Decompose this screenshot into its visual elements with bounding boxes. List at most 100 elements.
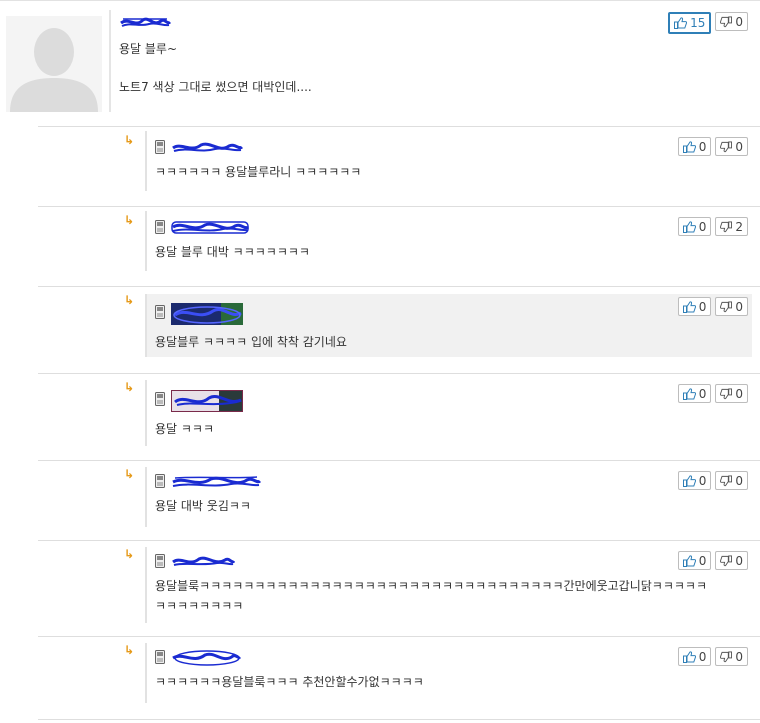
vote-buttons: 15 0 bbox=[668, 12, 748, 34]
upvote-count: 0 bbox=[698, 473, 707, 488]
upvote-button[interactable]: 15 bbox=[668, 12, 712, 34]
reply-2: ↳ 용달 블루 대박 ㅋㅋㅋㅋㅋㅋㅋ 0 2 bbox=[0, 207, 760, 286]
downvote-count: 0 bbox=[735, 386, 743, 401]
reply-arrow-icon: ↳ bbox=[124, 467, 135, 481]
vote-buttons: 0 0 bbox=[677, 471, 748, 490]
reply-text: 용달 ㅋㅋㅋ bbox=[155, 422, 215, 436]
thumbs-down-icon bbox=[720, 140, 733, 152]
mobile-phone-icon bbox=[155, 554, 165, 568]
upvote-count: 0 bbox=[698, 299, 707, 314]
upvote-button[interactable]: 0 bbox=[677, 551, 712, 570]
reply-text: ㅋㅋㅋㅋㅋㅋ 용달블루라니 ㅋㅋㅋㅋㅋㅋ bbox=[155, 165, 362, 179]
reply-text-continued: ㅋㅋㅋㅋㅋㅋㅋㅋ bbox=[155, 599, 244, 613]
reply-6: ↳ 용달블룩ㅋㅋㅋㅋㅋㅋㅋㅋㅋㅋㅋㅋㅋㅋㅋㅋㅋㅋㅋㅋㅋㅋㅋㅋㅋㅋㅋㅋㅋㅋㅋㅋㅋ간… bbox=[0, 541, 760, 636]
reply-bar bbox=[145, 211, 147, 271]
reply-nickname[interactable] bbox=[171, 473, 261, 491]
mobile-phone-icon bbox=[155, 305, 165, 319]
reply-text: 용달 대박 웃김ㅋㅋ bbox=[155, 499, 251, 513]
vote-buttons: 0 0 bbox=[677, 384, 748, 403]
upvote-button[interactable]: 0 bbox=[677, 384, 712, 403]
downvote-count: 0 bbox=[735, 473, 743, 488]
reply-3: ↳ 용달블루 ㅋㅋㅋㅋ 입에 착착 감기네요 0 0 bbox=[0, 287, 760, 373]
reply-nickname[interactable] bbox=[171, 139, 243, 155]
reply-7: ↳ ㅋㅋㅋㅋㅋㅋ용달블룩ㅋㅋㅋ 추천안할수가없ㅋㅋㅋㅋ 0 0 bbox=[0, 637, 760, 719]
reply-nickname[interactable] bbox=[171, 649, 241, 667]
upvote-count: 0 bbox=[698, 386, 707, 401]
downvote-count: 0 bbox=[735, 649, 743, 664]
downvote-button[interactable]: 0 bbox=[715, 137, 748, 156]
main-nickname[interactable] bbox=[119, 14, 171, 30]
reply-text: ㅋㅋㅋㅋㅋㅋ용달블룩ㅋㅋㅋ 추천안할수가없ㅋㅋㅋㅋ bbox=[155, 675, 424, 689]
redacted-nickname-scribble bbox=[172, 650, 241, 666]
thumbs-up-icon bbox=[682, 140, 696, 153]
thumbs-up-icon bbox=[682, 554, 696, 567]
comment-text-line1: 용달 블루~ bbox=[119, 42, 178, 56]
redacted-nickname-image bbox=[171, 303, 243, 325]
downvote-button[interactable]: 0 bbox=[715, 551, 748, 570]
reply-bar bbox=[145, 131, 147, 191]
upvote-button[interactable]: 0 bbox=[677, 217, 712, 236]
reply-arrow-icon: ↳ bbox=[124, 293, 135, 307]
reply-nickname[interactable] bbox=[171, 219, 249, 235]
thumbs-up-icon bbox=[682, 650, 696, 663]
upvote-button[interactable]: 0 bbox=[677, 297, 712, 316]
thumbs-down-icon bbox=[720, 650, 733, 662]
reply-5: ↳ 용달 대박 웃김ㅋㅋ 0 0 bbox=[0, 461, 760, 540]
reply-bar bbox=[145, 547, 147, 623]
redacted-nickname-scribble bbox=[171, 221, 249, 234]
reply-arrow-icon: ↳ bbox=[124, 643, 135, 657]
reply-arrow-icon: ↳ bbox=[124, 380, 135, 394]
upvote-count: 0 bbox=[698, 219, 707, 234]
reply-bar bbox=[145, 643, 147, 703]
redacted-nickname-image bbox=[171, 390, 243, 412]
redacted-nickname-scribble bbox=[172, 556, 235, 566]
downvote-count: 0 bbox=[735, 139, 743, 154]
downvote-button[interactable]: 0 bbox=[715, 384, 748, 403]
reply-nickname-image[interactable] bbox=[171, 390, 243, 415]
reply-arrow-icon: ↳ bbox=[124, 213, 135, 227]
downvote-count: 0 bbox=[735, 299, 743, 314]
thumbs-up-icon bbox=[674, 17, 688, 29]
reply-arrow-icon: ↳ bbox=[124, 133, 135, 147]
vote-buttons: 0 0 bbox=[677, 551, 748, 570]
reply-text: 용달블룩ㅋㅋㅋㅋㅋㅋㅋㅋㅋㅋㅋㅋㅋㅋㅋㅋㅋㅋㅋㅋㅋㅋㅋㅋㅋㅋㅋㅋㅋㅋㅋㅋㅋ간만에… bbox=[155, 579, 708, 593]
downvote-button[interactable]: 0 bbox=[715, 647, 748, 666]
reply-nickname[interactable] bbox=[171, 553, 235, 569]
upvote-count: 15 bbox=[690, 16, 706, 30]
vote-buttons: 0 0 bbox=[677, 137, 748, 156]
thumbs-up-icon bbox=[682, 300, 696, 313]
downvote-button[interactable]: 0 bbox=[715, 12, 748, 31]
reply-arrow-icon: ↳ bbox=[124, 547, 135, 561]
upvote-button[interactable]: 0 bbox=[677, 137, 712, 156]
reply-text: 용달 블루 대박 ㅋㅋㅋㅋㅋㅋㅋ bbox=[155, 245, 310, 259]
thumbs-down-icon bbox=[720, 474, 733, 486]
vote-buttons: 0 0 bbox=[677, 297, 748, 316]
downvote-button[interactable]: 2 bbox=[715, 217, 748, 236]
downvote-count: 0 bbox=[735, 553, 743, 568]
upvote-button[interactable]: 0 bbox=[677, 471, 712, 490]
upvote-button[interactable]: 0 bbox=[677, 647, 712, 666]
thumbs-down-icon bbox=[720, 300, 733, 312]
reply-1: ↳ ㅋㅋㅋㅋㅋㅋ 용달블루라니 ㅋㅋㅋㅋㅋㅋ 0 0 bbox=[0, 127, 760, 206]
divider bbox=[38, 719, 760, 720]
downvote-button[interactable]: 0 bbox=[715, 297, 748, 316]
thumbs-up-icon bbox=[682, 220, 696, 233]
downvote-button[interactable]: 0 bbox=[715, 471, 748, 490]
upvote-count: 0 bbox=[698, 553, 707, 568]
thumbs-down-icon bbox=[720, 220, 733, 232]
vote-buttons: 0 0 bbox=[677, 647, 748, 666]
downvote-count: 2 bbox=[735, 219, 743, 234]
reply-4: ↳ 용달 ㅋㅋㅋ 0 0 bbox=[0, 374, 760, 460]
mobile-phone-icon bbox=[155, 474, 165, 488]
thumbs-down-icon bbox=[720, 554, 733, 566]
reply-bar bbox=[145, 467, 147, 527]
thumbs-down-icon bbox=[720, 387, 733, 399]
comment-bar bbox=[109, 10, 111, 112]
reply-text: 용달블루 ㅋㅋㅋㅋ 입에 착착 감기네요 bbox=[155, 335, 347, 349]
downvote-count: 0 bbox=[735, 14, 743, 29]
mobile-phone-icon bbox=[155, 220, 165, 234]
reply-nickname-image[interactable] bbox=[171, 303, 243, 328]
mobile-phone-icon bbox=[155, 650, 165, 664]
upvote-count: 0 bbox=[698, 139, 707, 154]
mobile-phone-icon bbox=[155, 392, 165, 406]
